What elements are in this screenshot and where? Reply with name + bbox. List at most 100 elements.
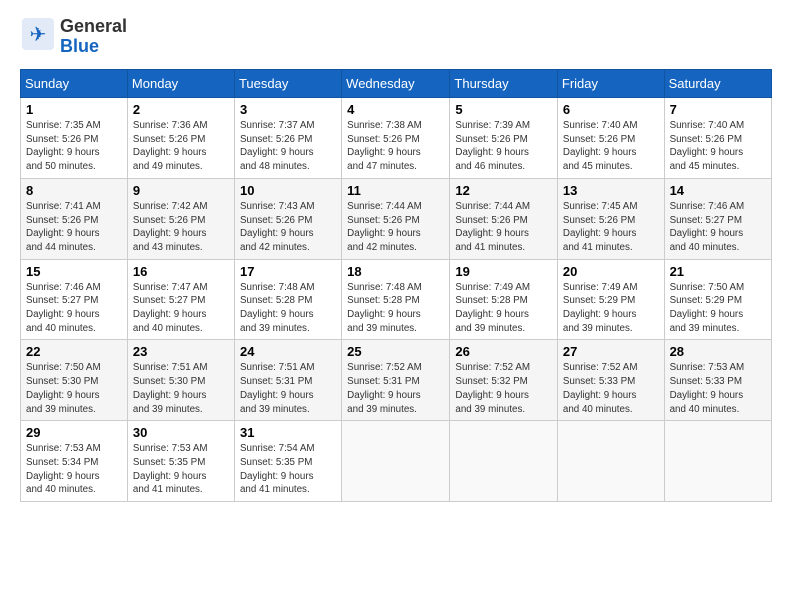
logo-line1: General	[60, 17, 127, 37]
page: ✈ General Blue SundayMondayTuesdayWednes…	[0, 0, 792, 512]
sunset-label: Sunset: 5:27 PM	[670, 215, 742, 226]
day-info: Sunrise: 7:43 AM Sunset: 5:26 PM Dayligh…	[240, 200, 336, 255]
sunset-label: Sunset: 5:26 PM	[347, 134, 419, 145]
day-number: 23	[133, 344, 229, 359]
sunrise-label: Sunrise: 7:47 AM	[133, 282, 208, 293]
day-info: Sunrise: 7:52 AM Sunset: 5:33 PM Dayligh…	[563, 361, 659, 416]
calendar-cell	[557, 421, 664, 502]
logo-icon: ✈	[20, 16, 56, 57]
sunset-label: Sunset: 5:26 PM	[563, 215, 635, 226]
calendar-cell: 3 Sunrise: 7:37 AM Sunset: 5:26 PM Dayli…	[234, 98, 341, 179]
calendar-cell: 17 Sunrise: 7:48 AM Sunset: 5:28 PM Dayl…	[234, 259, 341, 340]
day-info: Sunrise: 7:40 AM Sunset: 5:26 PM Dayligh…	[670, 119, 766, 174]
day-info: Sunrise: 7:39 AM Sunset: 5:26 PM Dayligh…	[455, 119, 551, 174]
daylight-label: Daylight: 9 hours	[26, 309, 100, 320]
daylight-label: Daylight: 9 hours	[455, 228, 529, 239]
daylight-label: Daylight: 9 hours	[240, 390, 314, 401]
calendar-table: SundayMondayTuesdayWednesdayThursdayFrid…	[20, 69, 772, 502]
daylight-label: Daylight: 9 hours	[563, 147, 637, 158]
day-info: Sunrise: 7:46 AM Sunset: 5:27 PM Dayligh…	[26, 281, 122, 336]
daylight-minutes: and 39 minutes.	[240, 323, 310, 334]
sunrise-label: Sunrise: 7:48 AM	[240, 282, 315, 293]
calendar-cell: 21 Sunrise: 7:50 AM Sunset: 5:29 PM Dayl…	[664, 259, 771, 340]
day-number: 13	[563, 183, 659, 198]
daylight-minutes: and 44 minutes.	[26, 242, 96, 253]
daylight-label: Daylight: 9 hours	[455, 147, 529, 158]
day-info: Sunrise: 7:45 AM Sunset: 5:26 PM Dayligh…	[563, 200, 659, 255]
daylight-label: Daylight: 9 hours	[455, 309, 529, 320]
day-info: Sunrise: 7:50 AM Sunset: 5:29 PM Dayligh…	[670, 281, 766, 336]
daylight-minutes: and 43 minutes.	[133, 242, 203, 253]
calendar-cell: 8 Sunrise: 7:41 AM Sunset: 5:26 PM Dayli…	[21, 178, 128, 259]
daylight-label: Daylight: 9 hours	[563, 309, 637, 320]
sunrise-label: Sunrise: 7:50 AM	[26, 362, 101, 373]
calendar-cell: 18 Sunrise: 7:48 AM Sunset: 5:28 PM Dayl…	[342, 259, 450, 340]
day-info: Sunrise: 7:53 AM Sunset: 5:35 PM Dayligh…	[133, 442, 229, 497]
calendar-cell: 29 Sunrise: 7:53 AM Sunset: 5:34 PM Dayl…	[21, 421, 128, 502]
day-info: Sunrise: 7:44 AM Sunset: 5:26 PM Dayligh…	[455, 200, 551, 255]
daylight-minutes: and 40 minutes.	[26, 484, 96, 495]
day-info: Sunrise: 7:49 AM Sunset: 5:29 PM Dayligh…	[563, 281, 659, 336]
day-number: 30	[133, 425, 229, 440]
day-info: Sunrise: 7:53 AM Sunset: 5:33 PM Dayligh…	[670, 361, 766, 416]
daylight-minutes: and 48 minutes.	[240, 161, 310, 172]
daylight-label: Daylight: 9 hours	[670, 390, 744, 401]
calendar-cell: 28 Sunrise: 7:53 AM Sunset: 5:33 PM Dayl…	[664, 340, 771, 421]
daylight-minutes: and 39 minutes.	[26, 404, 96, 415]
calendar-cell: 22 Sunrise: 7:50 AM Sunset: 5:30 PM Dayl…	[21, 340, 128, 421]
daylight-label: Daylight: 9 hours	[347, 390, 421, 401]
calendar-header-row: SundayMondayTuesdayWednesdayThursdayFrid…	[21, 70, 772, 98]
daylight-label: Daylight: 9 hours	[26, 147, 100, 158]
weekday-header: Tuesday	[234, 70, 341, 98]
day-number: 19	[455, 264, 551, 279]
sunset-label: Sunset: 5:34 PM	[26, 457, 98, 468]
svg-text:✈: ✈	[30, 24, 47, 46]
daylight-minutes: and 40 minutes.	[133, 323, 203, 334]
daylight-label: Daylight: 9 hours	[26, 228, 100, 239]
calendar-week-row: 15 Sunrise: 7:46 AM Sunset: 5:27 PM Dayl…	[21, 259, 772, 340]
calendar-cell	[664, 421, 771, 502]
calendar-cell: 7 Sunrise: 7:40 AM Sunset: 5:26 PM Dayli…	[664, 98, 771, 179]
daylight-minutes: and 45 minutes.	[670, 161, 740, 172]
daylight-minutes: and 39 minutes.	[240, 404, 310, 415]
daylight-label: Daylight: 9 hours	[240, 228, 314, 239]
daylight-minutes: and 45 minutes.	[563, 161, 633, 172]
sunset-label: Sunset: 5:28 PM	[455, 295, 527, 306]
sunrise-label: Sunrise: 7:38 AM	[347, 120, 422, 131]
calendar-week-row: 1 Sunrise: 7:35 AM Sunset: 5:26 PM Dayli…	[21, 98, 772, 179]
daylight-minutes: and 42 minutes.	[347, 242, 417, 253]
daylight-label: Daylight: 9 hours	[347, 147, 421, 158]
sunrise-label: Sunrise: 7:54 AM	[240, 443, 315, 454]
daylight-label: Daylight: 9 hours	[26, 471, 100, 482]
daylight-label: Daylight: 9 hours	[133, 228, 207, 239]
daylight-minutes: and 39 minutes.	[455, 404, 525, 415]
daylight-label: Daylight: 9 hours	[240, 147, 314, 158]
sunrise-label: Sunrise: 7:53 AM	[133, 443, 208, 454]
sunset-label: Sunset: 5:35 PM	[133, 457, 205, 468]
day-number: 3	[240, 102, 336, 117]
sunset-label: Sunset: 5:29 PM	[670, 295, 742, 306]
day-number: 27	[563, 344, 659, 359]
sunset-label: Sunset: 5:30 PM	[133, 376, 205, 387]
day-info: Sunrise: 7:51 AM Sunset: 5:31 PM Dayligh…	[240, 361, 336, 416]
weekday-header: Wednesday	[342, 70, 450, 98]
day-info: Sunrise: 7:52 AM Sunset: 5:31 PM Dayligh…	[347, 361, 444, 416]
calendar-cell: 2 Sunrise: 7:36 AM Sunset: 5:26 PM Dayli…	[127, 98, 234, 179]
daylight-label: Daylight: 9 hours	[133, 147, 207, 158]
calendar-cell: 10 Sunrise: 7:43 AM Sunset: 5:26 PM Dayl…	[234, 178, 341, 259]
sunrise-label: Sunrise: 7:52 AM	[347, 362, 422, 373]
daylight-minutes: and 46 minutes.	[455, 161, 525, 172]
sunrise-label: Sunrise: 7:41 AM	[26, 201, 101, 212]
day-info: Sunrise: 7:44 AM Sunset: 5:26 PM Dayligh…	[347, 200, 444, 255]
day-number: 9	[133, 183, 229, 198]
calendar-cell: 11 Sunrise: 7:44 AM Sunset: 5:26 PM Dayl…	[342, 178, 450, 259]
sunrise-label: Sunrise: 7:45 AM	[563, 201, 638, 212]
calendar-cell: 23 Sunrise: 7:51 AM Sunset: 5:30 PM Dayl…	[127, 340, 234, 421]
daylight-minutes: and 39 minutes.	[133, 404, 203, 415]
day-info: Sunrise: 7:42 AM Sunset: 5:26 PM Dayligh…	[133, 200, 229, 255]
day-info: Sunrise: 7:51 AM Sunset: 5:30 PM Dayligh…	[133, 361, 229, 416]
sunrise-label: Sunrise: 7:48 AM	[347, 282, 422, 293]
day-info: Sunrise: 7:49 AM Sunset: 5:28 PM Dayligh…	[455, 281, 551, 336]
daylight-minutes: and 40 minutes.	[563, 404, 633, 415]
sunset-label: Sunset: 5:32 PM	[455, 376, 527, 387]
